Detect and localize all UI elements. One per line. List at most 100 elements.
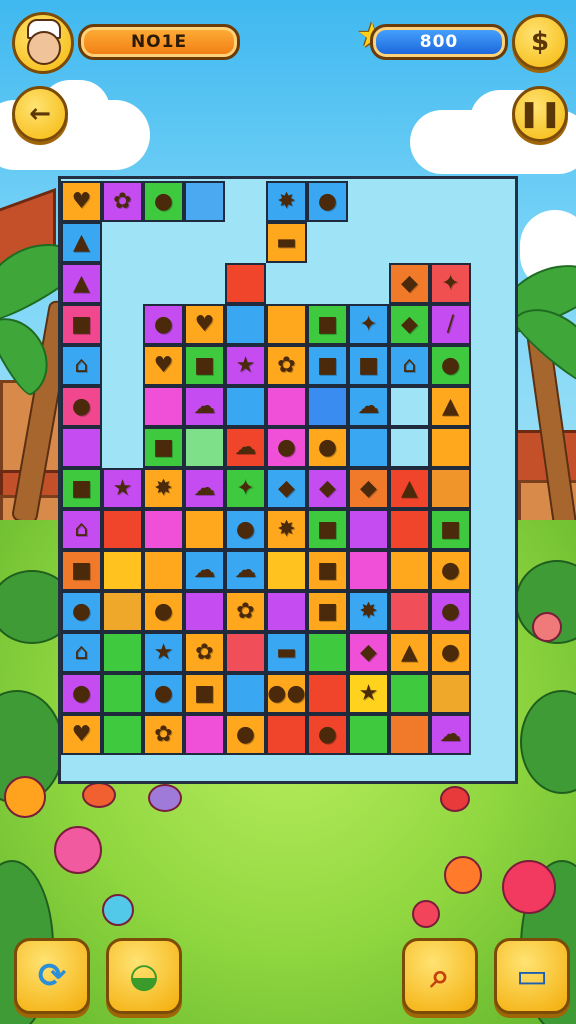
board-tile[interactable]: ✿ xyxy=(225,591,266,632)
board-tile[interactable]: ● xyxy=(61,591,102,632)
board-tile[interactable]: ■ xyxy=(430,509,471,550)
board-tile[interactable] xyxy=(430,468,471,509)
board-tile[interactable]: ♥ xyxy=(143,345,184,386)
board-tile[interactable]: ■ xyxy=(307,591,348,632)
board-tile[interactable]: ■ xyxy=(61,468,102,509)
board-tile[interactable] xyxy=(307,632,348,673)
board-tile[interactable]: ◆ xyxy=(348,632,389,673)
board-tile[interactable]: ■ xyxy=(61,550,102,591)
board-tile[interactable] xyxy=(389,427,430,468)
board-tile[interactable]: ☁ xyxy=(225,427,266,468)
board-tile[interactable]: ● xyxy=(307,427,348,468)
board-tile[interactable] xyxy=(184,591,225,632)
board-tile[interactable]: ★ xyxy=(225,345,266,386)
board-tile[interactable]: ☁ xyxy=(430,714,471,755)
board-tile[interactable]: ● xyxy=(61,673,102,714)
board-tile[interactable]: ▬ xyxy=(266,222,307,263)
board-tile[interactable] xyxy=(266,304,307,345)
board-tile[interactable]: ✿ xyxy=(184,632,225,673)
board-tile[interactable] xyxy=(102,714,143,755)
board-tile[interactable]: ✿ xyxy=(266,345,307,386)
board-tile[interactable]: ■ xyxy=(184,673,225,714)
board-tile[interactable] xyxy=(102,632,143,673)
board-tile[interactable]: ♥ xyxy=(61,181,102,222)
board-tile[interactable]: ● xyxy=(225,714,266,755)
board-tile[interactable] xyxy=(266,550,307,591)
board-tile[interactable] xyxy=(266,386,307,427)
board-tile[interactable]: ■ xyxy=(307,304,348,345)
board-tile[interactable]: ✸ xyxy=(348,591,389,632)
board-tile[interactable] xyxy=(143,509,184,550)
board-tile[interactable]: ♥ xyxy=(184,304,225,345)
board-tile[interactable] xyxy=(225,263,266,304)
board-tile[interactable] xyxy=(389,509,430,550)
board-tile[interactable] xyxy=(389,550,430,591)
board-tile[interactable]: ■ xyxy=(143,427,184,468)
board-tile[interactable]: ⌂ xyxy=(61,345,102,386)
board-tile[interactable]: ☁ xyxy=(184,468,225,509)
board-tile[interactable]: ● xyxy=(143,591,184,632)
board-tile[interactable] xyxy=(225,673,266,714)
board-tile[interactable]: ■ xyxy=(307,509,348,550)
board-tile[interactable]: ■ xyxy=(61,304,102,345)
board-tile[interactable]: ● xyxy=(266,427,307,468)
board-tile[interactable]: ● xyxy=(430,632,471,673)
board-tile[interactable]: ▲ xyxy=(61,222,102,263)
board-tile[interactable]: ★ xyxy=(102,468,143,509)
food-bowl-button[interactable]: ◒ xyxy=(106,938,182,1014)
board-tile[interactable] xyxy=(184,181,225,222)
board-tile[interactable]: ● xyxy=(307,714,348,755)
board-tile[interactable]: ● xyxy=(430,550,471,591)
board-tile[interactable] xyxy=(430,673,471,714)
board-tile[interactable] xyxy=(430,427,471,468)
board-tile[interactable]: ■ xyxy=(184,345,225,386)
board-tile[interactable] xyxy=(348,550,389,591)
board-tile[interactable]: ☁ xyxy=(348,386,389,427)
board-tile[interactable]: ✸ xyxy=(143,468,184,509)
board-tile[interactable]: ■ xyxy=(307,550,348,591)
board-tile[interactable] xyxy=(307,386,348,427)
board-tile[interactable]: ✸ xyxy=(266,509,307,550)
board-tile[interactable] xyxy=(348,427,389,468)
board-tile[interactable]: ⌂ xyxy=(61,509,102,550)
board-tile[interactable] xyxy=(266,591,307,632)
board-tile[interactable]: ▲ xyxy=(389,468,430,509)
board-tile[interactable]: ■ xyxy=(307,345,348,386)
board-tile[interactable] xyxy=(389,386,430,427)
board-tile[interactable] xyxy=(143,550,184,591)
board-tile[interactable]: ●● xyxy=(266,673,307,714)
board-tile[interactable]: / xyxy=(430,304,471,345)
board-tile[interactable]: ☁ xyxy=(184,386,225,427)
board-tile[interactable]: ⌂ xyxy=(61,632,102,673)
board-tile[interactable] xyxy=(225,632,266,673)
pause-button[interactable]: ❚❚ xyxy=(512,86,568,142)
player-avatar[interactable] xyxy=(12,12,74,74)
board-tile[interactable] xyxy=(102,591,143,632)
board-tile[interactable]: ● xyxy=(61,386,102,427)
board-tile[interactable]: ◆ xyxy=(348,468,389,509)
coin-button[interactable]: $ xyxy=(512,14,568,70)
board-tile[interactable]: ◆ xyxy=(389,304,430,345)
board-tile[interactable]: ★ xyxy=(143,632,184,673)
board-tile[interactable] xyxy=(389,673,430,714)
board-tile[interactable]: ● xyxy=(307,181,348,222)
board-tile[interactable] xyxy=(348,714,389,755)
board-tile[interactable]: ✦ xyxy=(225,468,266,509)
board-tile[interactable]: ✸ xyxy=(266,181,307,222)
board-tile[interactable] xyxy=(348,509,389,550)
board-tile[interactable] xyxy=(102,673,143,714)
board-tile[interactable]: ◆ xyxy=(389,263,430,304)
cards-button[interactable]: ▭ xyxy=(494,938,570,1014)
board-tile[interactable] xyxy=(102,550,143,591)
board-tile[interactable]: ★ xyxy=(348,673,389,714)
board-tile[interactable]: ● xyxy=(143,304,184,345)
board-tile[interactable] xyxy=(61,427,102,468)
board-tile[interactable] xyxy=(184,714,225,755)
board-tile[interactable]: ✿ xyxy=(143,714,184,755)
board-tile[interactable]: ▬ xyxy=(266,632,307,673)
board-tile[interactable] xyxy=(266,714,307,755)
board-tile[interactable] xyxy=(102,509,143,550)
board-tile[interactable]: ⌂ xyxy=(389,345,430,386)
board-tile[interactable]: ✦ xyxy=(348,304,389,345)
board-tile[interactable]: ● xyxy=(225,509,266,550)
